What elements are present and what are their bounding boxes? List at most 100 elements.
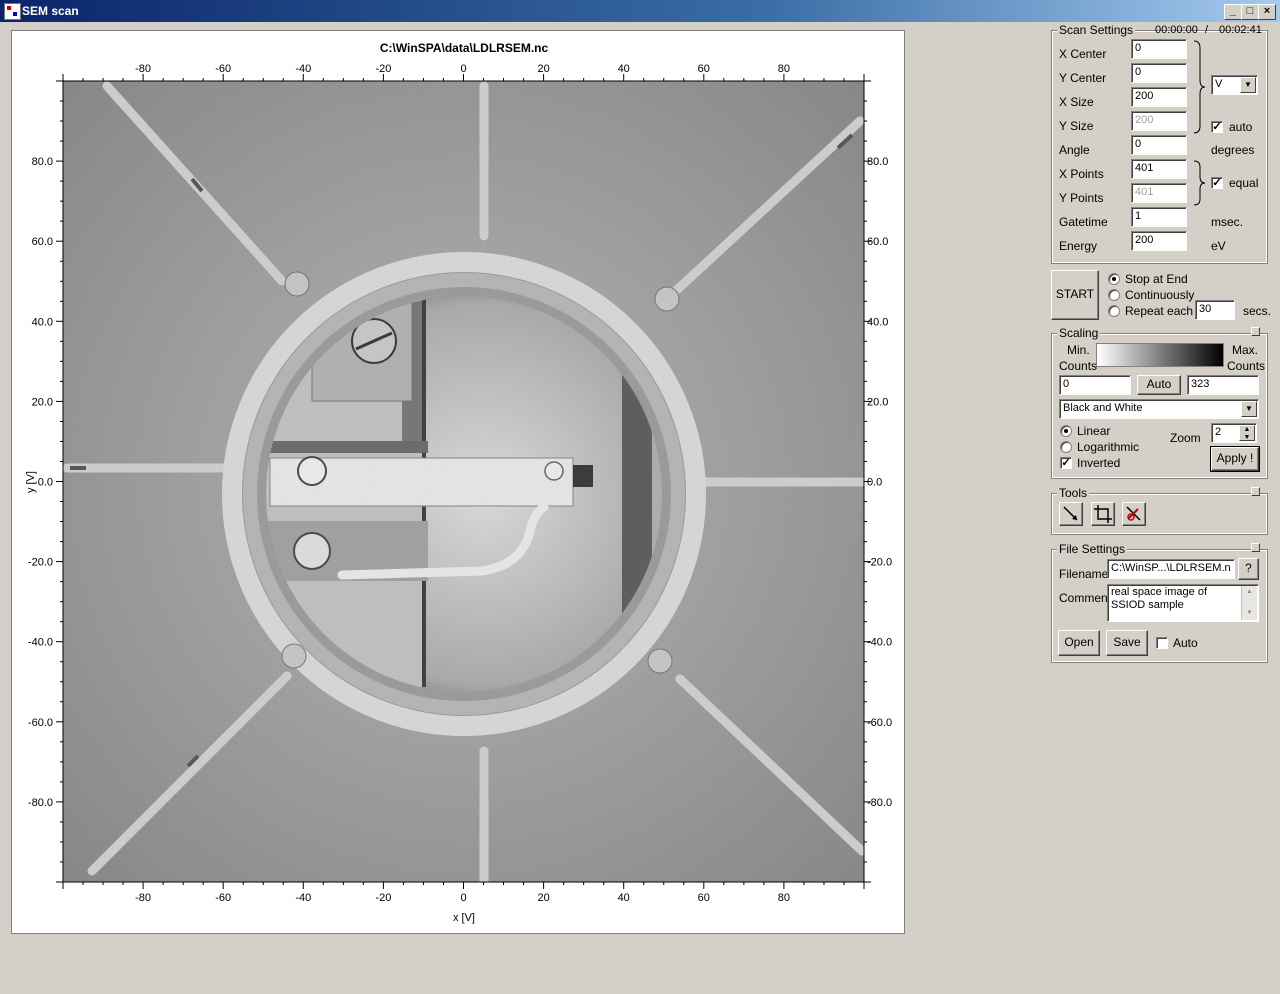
scaling-collapse-button[interactable] [1251, 327, 1260, 336]
comment-textarea[interactable]: real space image of SSIOD sample ▲ ▼ [1107, 584, 1259, 622]
comment-label: Comment [1059, 591, 1112, 605]
energy-input[interactable]: 200 [1131, 231, 1187, 251]
browse-help-button[interactable]: ? [1238, 558, 1259, 580]
y-left-tick-label: -80.0 [28, 797, 53, 809]
degrees-unit: degrees [1211, 143, 1255, 157]
open-button[interactable]: Open [1058, 630, 1100, 656]
auto-save-label: Auto [1173, 636, 1198, 650]
logarithmic-label: Logarithmic [1077, 440, 1140, 454]
start-button[interactable]: START [1051, 270, 1099, 320]
chevron-down-icon[interactable]: ▼ [1240, 77, 1256, 93]
x-bottom-tick-label: -40 [295, 892, 311, 904]
comment-scrollbar[interactable]: ▲ ▼ [1241, 586, 1257, 620]
app-icon [4, 3, 21, 20]
linear-radio[interactable] [1060, 425, 1072, 437]
save-button[interactable]: Save [1106, 630, 1148, 656]
min-counts-label: Counts [1059, 359, 1098, 373]
y-size-label: Y Size [1059, 119, 1094, 133]
y-left-tick-label: 80.0 [32, 156, 53, 168]
inverted-checkbox[interactable]: ✓ [1060, 457, 1072, 469]
gatetime-label: Gatetime [1059, 215, 1108, 229]
x-top-tick-label: -80 [135, 63, 151, 75]
continuously-radio[interactable] [1108, 289, 1120, 301]
continuously-label: Continuously [1125, 288, 1195, 302]
plot-title: C:\WinSPA\data\LDLRSEM.nc [380, 41, 549, 55]
x-points-input[interactable]: 401 [1131, 159, 1187, 179]
max-counts-label: Counts [1227, 359, 1266, 373]
y-right-tick-label: 20.0 [867, 396, 888, 408]
repeat-interval-input[interactable]: 30 [1195, 300, 1235, 320]
x-size-input[interactable]: 200 [1131, 87, 1187, 107]
y-left-tick-label: -60.0 [28, 717, 53, 729]
crop-tool-button[interactable] [1091, 502, 1115, 526]
apply-button[interactable]: Apply ! [1210, 446, 1260, 472]
colormap-gradient-bar [1096, 343, 1224, 367]
y-left-tick-label: 60.0 [32, 236, 53, 248]
x-top-tick-label: 80 [778, 63, 790, 75]
x-bottom-tick-label: -80 [135, 892, 151, 904]
x-points-label: X Points [1059, 167, 1104, 181]
y-right-tick-label: -80.0 [867, 797, 892, 809]
y-right-tick-label: -20.0 [867, 557, 892, 569]
time-separator: / [1205, 24, 1209, 36]
line-tool-button[interactable] [1059, 502, 1083, 526]
x-top-tick-label: 60 [698, 63, 710, 75]
y-center-input[interactable]: 0 [1131, 63, 1187, 83]
y-center-label: Y Center [1059, 71, 1107, 85]
x-top-tick-label: 40 [618, 63, 630, 75]
tools-title: Tools [1057, 486, 1090, 500]
x-bottom-tick-label: 60 [698, 892, 710, 904]
secs-unit: secs. [1243, 304, 1272, 318]
scan-settings-title: Scan Settings [1057, 23, 1136, 37]
repeat-each-radio[interactable] [1108, 305, 1120, 317]
x-center-label: X Center [1059, 47, 1107, 61]
elapsed-time: 00:00:00 [1155, 24, 1198, 36]
max-counts-input[interactable]: 323 [1187, 375, 1259, 395]
maximize-button[interactable]: □ [1241, 4, 1259, 20]
chevron-down-icon[interactable]: ▼ [1241, 401, 1257, 417]
colormap-select[interactable]: Black and White ▼ [1059, 399, 1259, 419]
msec-unit: msec. [1211, 215, 1244, 229]
x-top-tick-label: 20 [537, 63, 549, 75]
auto-scale-button[interactable]: Auto [1137, 375, 1181, 395]
energy-label: Energy [1059, 239, 1098, 253]
sem-image [63, 81, 864, 882]
stop-at-end-radio[interactable] [1108, 273, 1120, 285]
minimize-button[interactable]: _ [1224, 4, 1242, 20]
gatetime-input[interactable]: 1 [1131, 207, 1187, 227]
y-size-input: 200 [1131, 111, 1187, 131]
y-left-tick-label: -20.0 [28, 557, 53, 569]
x-bottom-tick-label: -60 [215, 892, 231, 904]
y-points-input: 401 [1131, 183, 1187, 203]
filename-label: Filename [1059, 567, 1109, 581]
scaling-title: Scaling [1057, 326, 1101, 340]
y-right-tick-label: 60.0 [867, 236, 888, 248]
delete-tool-button[interactable] [1122, 502, 1146, 526]
close-button[interactable]: × [1258, 4, 1276, 20]
auto-save-checkbox[interactable] [1156, 637, 1168, 649]
linear-label: Linear [1077, 424, 1111, 438]
x-center-input[interactable]: 0 [1131, 39, 1187, 59]
min-counts-input[interactable]: 0 [1059, 375, 1131, 395]
xy-brace-icon [1193, 40, 1206, 134]
logarithmic-radio[interactable] [1060, 441, 1072, 453]
window-title: SEM scan [22, 4, 79, 18]
spinner-arrows-icon[interactable]: ▲ ▼ [1239, 425, 1255, 441]
x-top-tick-label: -60 [215, 63, 231, 75]
y-left-tick-label: 40.0 [32, 316, 53, 328]
y-left-tick-label: 0.0 [38, 477, 53, 489]
unit-select[interactable]: V ▼ [1211, 75, 1258, 95]
tools-collapse-button[interactable] [1251, 487, 1260, 496]
auto-checkbox[interactable]: ✓ [1211, 121, 1223, 133]
zoom-label: Zoom [1170, 431, 1201, 445]
zoom-spinner[interactable]: 2 ▲ ▼ [1211, 423, 1257, 443]
angle-input[interactable]: 0 [1131, 135, 1187, 155]
y-right-tick-label: -40.0 [867, 637, 892, 649]
x-bottom-tick-label: 0 [460, 892, 466, 904]
filename-input[interactable]: C:\WinSP...\LDLRSEM.n [1107, 559, 1235, 579]
equal-checkbox[interactable]: ✓ [1211, 177, 1223, 189]
sem-plot: C:\WinSPA\data\LDLRSEM.nc -80-80-60-60-4… [25, 41, 892, 924]
x-axis-label: x [V] [453, 912, 475, 924]
file-settings-collapse-button[interactable] [1251, 543, 1260, 552]
line-tool-icon [1063, 506, 1078, 521]
